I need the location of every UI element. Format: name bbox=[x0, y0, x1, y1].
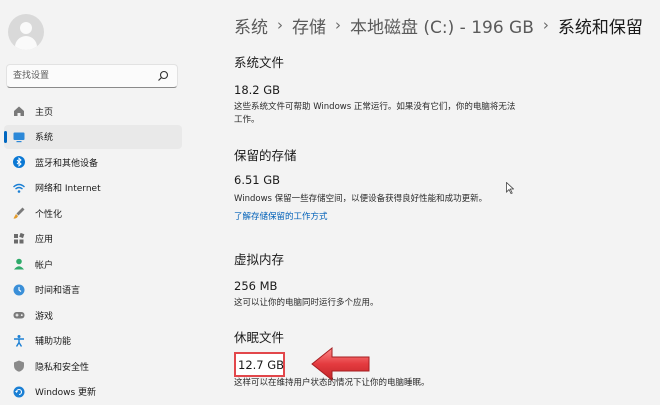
virtual-memory-description: 这可以让你的电脑同时运行多个应用。 bbox=[234, 298, 379, 308]
sidebar-item-privacy[interactable]: 隐私和安全性 bbox=[4, 354, 182, 378]
sidebar-item-network[interactable]: 网络和 Internet bbox=[4, 176, 182, 200]
sidebar-item-time-language[interactable]: 时间和语言 bbox=[4, 278, 182, 302]
hibernation-file-title: 休眠文件 bbox=[234, 330, 285, 345]
hibernation-file-size: 12.7 GB bbox=[238, 358, 285, 372]
system-files-size: 18.2 GB bbox=[234, 83, 281, 97]
chevron-right-icon: › bbox=[542, 16, 549, 34]
avatar[interactable] bbox=[8, 14, 44, 50]
breadcrumb-item-drive[interactable]: 本地磁盘 (C:) - 196 GB bbox=[350, 13, 534, 38]
sidebar-item-home[interactable]: 主页 bbox=[4, 99, 182, 123]
sidebar-item-apps[interactable]: 应用 bbox=[4, 227, 182, 251]
sidebar-item-label: 系统 bbox=[35, 133, 54, 143]
mouse-cursor-icon bbox=[506, 182, 514, 194]
sidebar-item-label: 隐私和安全性 bbox=[35, 362, 90, 373]
home-icon bbox=[14, 106, 24, 116]
sidebar-item-personalization[interactable]: 个性化 bbox=[4, 201, 182, 225]
sidebar-item-accounts[interactable]: 帐户 bbox=[4, 252, 182, 276]
sidebar-item-label: 主页 bbox=[35, 107, 54, 118]
sidebar-item-gaming[interactable]: 游戏 bbox=[4, 303, 182, 327]
bluetooth-icon bbox=[13, 156, 25, 168]
account-icon bbox=[14, 258, 24, 270]
sidebar-item-label: 时间和语言 bbox=[35, 286, 81, 296]
accessibility-icon bbox=[14, 334, 24, 347]
sidebar-item-windows-update[interactable]: Windows 更新 bbox=[4, 380, 182, 404]
reserved-storage-size: 6.51 GB bbox=[234, 173, 281, 187]
reserved-storage-learn-link[interactable]: 了解存储保留的工作方式 bbox=[234, 210, 328, 222]
hibernation-file-description: 这样可以在维持用户状态的情况下让你的电脑睡眠。 bbox=[234, 378, 430, 388]
system-files-description: 这些系统文件可帮助 Windows 正常运行。如果没有它们，你的电脑将无法工作。 bbox=[234, 102, 516, 125]
chevron-right-icon: › bbox=[277, 16, 283, 34]
display-icon bbox=[13, 132, 25, 142]
chevron-right-icon: › bbox=[335, 16, 341, 34]
sidebar-item-bluetooth[interactable]: 蓝牙和其他设备 bbox=[4, 150, 182, 174]
apps-icon bbox=[14, 232, 25, 243]
search-box[interactable] bbox=[6, 64, 178, 88]
breadcrumb-item-storage[interactable]: 存储 bbox=[292, 13, 326, 38]
page-title: 系统和保留 bbox=[557, 17, 643, 38]
sidebar-item-label: 蓝牙和其他设备 bbox=[35, 158, 99, 169]
windows-update-icon bbox=[13, 386, 25, 397]
reserved-storage-title: 保留的存储 bbox=[234, 148, 297, 163]
breadcrumb: 系统 › 存储 › 本地磁盘 (C:) - 196 GB › 系统和保留 bbox=[234, 11, 643, 39]
sidebar-item-label: 辅助功能 bbox=[35, 337, 72, 347]
sidebar-item-label: 帐户 bbox=[35, 260, 54, 271]
avatar-body-shape bbox=[15, 36, 37, 50]
virtual-memory-title: 虚拟内存 bbox=[234, 252, 285, 267]
globe-clock-icon bbox=[13, 284, 25, 295]
avatar-head-shape bbox=[20, 22, 32, 34]
gamepad-icon bbox=[13, 312, 25, 319]
nav-list: 主页 系统 蓝牙和其他设备 网络和 Internet 个性化 应用 帐户 时间和… bbox=[4, 99, 182, 405]
sidebar-item-label: 个性化 bbox=[35, 209, 63, 220]
search-icon[interactable] bbox=[157, 70, 169, 82]
annotation-arrow-icon bbox=[311, 346, 370, 382]
search-input[interactable] bbox=[13, 69, 153, 83]
shield-icon bbox=[14, 360, 24, 372]
reserved-storage-description: Windows 保留一些存储空间，以便设备获得良好性能和成功更新。 bbox=[234, 194, 488, 204]
breadcrumb-item-system[interactable]: 系统 bbox=[234, 13, 268, 38]
sidebar-item-label: 游戏 bbox=[35, 311, 54, 322]
sidebar-item-label: 网络和 Internet bbox=[35, 184, 101, 194]
wifi-icon bbox=[13, 183, 25, 193]
sidebar-item-system[interactable]: 系统 bbox=[4, 124, 182, 149]
sidebar: 主页 系统 蓝牙和其他设备 网络和 Internet bbox=[0, 0, 190, 401]
system-files-title: 系统文件 bbox=[234, 55, 285, 70]
brush-icon bbox=[13, 207, 25, 219]
sidebar-item-label: Windows 更新 bbox=[35, 388, 97, 398]
virtual-memory-size: 256 MB bbox=[234, 279, 278, 293]
sidebar-item-accessibility[interactable]: 辅助功能 bbox=[4, 329, 182, 353]
sidebar-item-label: 应用 bbox=[35, 235, 54, 245]
